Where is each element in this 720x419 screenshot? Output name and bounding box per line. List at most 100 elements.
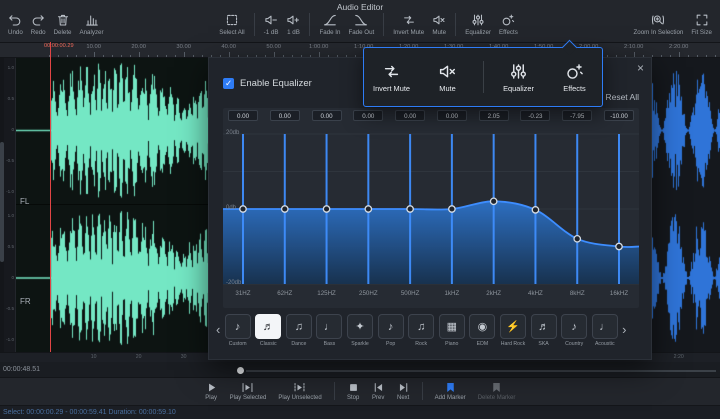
preset-edm[interactable]: ◉EDM bbox=[468, 314, 497, 347]
toolbar-item-delete[interactable]: Delete bbox=[50, 12, 76, 37]
enable-equalizer-checkbox[interactable]: ✓ Enable Equalizer bbox=[223, 78, 312, 89]
play-unselected-icon bbox=[293, 381, 306, 394]
preset-label: SKA bbox=[538, 341, 548, 347]
toolbar-item-fade-out[interactable]: Fade Out bbox=[344, 12, 378, 37]
toolbar-item-fade-in[interactable]: Fade In bbox=[315, 12, 344, 37]
preset-list: ♪Custom♬Classic♫Dance♩Bass✦Sparkle♪Pop♫R… bbox=[223, 314, 619, 347]
toolbar-item-1-db[interactable]: 1 dB bbox=[282, 12, 304, 37]
toolbar-item-analyzer[interactable]: Analyzer bbox=[75, 12, 107, 37]
preset-bass[interactable]: ♩Bass bbox=[315, 314, 344, 347]
transport-next[interactable]: Next bbox=[391, 381, 416, 401]
eq-band-freq: 2kHZ bbox=[479, 290, 509, 297]
transport-label: Play Unselected bbox=[278, 395, 321, 401]
popup-item-effects[interactable]: Effects bbox=[550, 62, 600, 93]
equalizer-curve bbox=[223, 108, 639, 308]
amplitude-scale-label: 1.0 bbox=[8, 65, 14, 70]
volume-up-icon bbox=[286, 13, 300, 27]
preset-classic[interactable]: ♬Classic bbox=[254, 314, 283, 347]
toolbar-item-redo[interactable]: Redo bbox=[27, 12, 50, 37]
eq-band-value: 0.00 bbox=[353, 110, 383, 121]
eq-band-freq: 4kHZ bbox=[520, 290, 550, 297]
ruler-minor-tick bbox=[202, 55, 203, 57]
checkbox-check-icon: ✓ bbox=[223, 78, 234, 89]
eq-band-handle[interactable] bbox=[407, 206, 413, 212]
toolbar-separator bbox=[383, 13, 384, 36]
ruler-minor-tick bbox=[112, 55, 113, 57]
transport-stop[interactable]: Stop bbox=[341, 381, 366, 401]
enable-equalizer-label: Enable Equalizer bbox=[240, 78, 312, 89]
eq-band-freq: 500HZ bbox=[395, 290, 425, 297]
toolbar-item--1-db[interactable]: -1 dB bbox=[260, 12, 283, 37]
toolbar-item-mute[interactable]: Mute bbox=[428, 12, 450, 37]
playhead-line[interactable] bbox=[50, 42, 51, 352]
eq-db-label: 0db bbox=[226, 205, 236, 211]
eq-band-handle[interactable] bbox=[574, 236, 580, 242]
trash-icon bbox=[56, 13, 70, 27]
transport-play[interactable]: Play bbox=[199, 381, 224, 401]
eq-band-value: -7.95 bbox=[562, 110, 592, 121]
eq-band-handle[interactable] bbox=[449, 206, 455, 212]
transport-play-unselected[interactable]: Play Unselected bbox=[272, 381, 327, 401]
preset-piano[interactable]: ▦Piano bbox=[438, 314, 467, 347]
popup-item-mute[interactable]: Mute bbox=[423, 62, 473, 93]
ruler-minor-tick bbox=[697, 55, 698, 57]
popup-item-equalizer[interactable]: Equalizer bbox=[494, 62, 544, 93]
toolbar-item-equalizer[interactable]: Equalizer bbox=[461, 12, 495, 37]
preset-rock[interactable]: ♫Rock bbox=[407, 314, 436, 347]
transport-prev[interactable]: Prev bbox=[366, 381, 391, 401]
toolbar-item-select-all[interactable]: Select All bbox=[215, 12, 248, 37]
toolbar-item-zoom-in-selection[interactable]: Zoom In Selection bbox=[629, 12, 687, 37]
preset-label: EDM bbox=[477, 341, 489, 347]
channel-divider bbox=[16, 204, 209, 205]
transport-label: Play Selected bbox=[230, 395, 267, 401]
status-bar: Select: 00:00:00.29 - 00:00:59.41 Durati… bbox=[0, 405, 720, 419]
seek-handle[interactable] bbox=[237, 367, 244, 374]
transport-label: Next bbox=[397, 395, 409, 401]
amplitude-scale-label: 0 bbox=[11, 275, 14, 280]
eq-band-freq: 250HZ bbox=[353, 290, 383, 297]
preset-custom[interactable]: ♪Custom bbox=[223, 314, 252, 347]
guitar-icon: ♫ bbox=[408, 314, 434, 339]
popup-item-invert-mute[interactable]: Invert Mute bbox=[367, 62, 417, 93]
preset-row: ‹ ♪Custom♬Classic♫Dance♩Bass✦Sparkle♪Pop… bbox=[215, 314, 647, 358]
chevron-right-icon[interactable]: › bbox=[621, 314, 627, 337]
eq-band-handle[interactable] bbox=[240, 206, 246, 212]
eq-band-handle[interactable] bbox=[616, 243, 622, 249]
preset-country[interactable]: ♪Country bbox=[560, 314, 589, 347]
transport-delete-marker[interactable]: Delete Marker bbox=[472, 381, 522, 401]
preset-hard-rock[interactable]: ⚡Hard Rock bbox=[499, 314, 528, 347]
toolbar-item-label: Select All bbox=[219, 29, 244, 36]
zoom-in-selection-icon bbox=[651, 13, 665, 27]
seek-track[interactable] bbox=[246, 370, 716, 372]
selection-status-text: Select: 00:00:00.29 - 00:00:59.41 Durati… bbox=[3, 409, 176, 416]
eq-band-freq: 8kHZ bbox=[562, 290, 592, 297]
close-icon[interactable]: × bbox=[637, 61, 644, 75]
eq-band-handle[interactable] bbox=[282, 206, 288, 212]
mute-icon bbox=[438, 62, 457, 81]
eq-band-handle[interactable] bbox=[365, 206, 371, 212]
toolbar-item-invert-mute[interactable]: Invert Mute bbox=[389, 12, 428, 37]
waveform-left-track[interactable]: FL FR bbox=[16, 57, 209, 352]
waveform-right-track[interactable] bbox=[652, 57, 720, 352]
equalizer-graph[interactable]: 0.0031HZ0.0062HZ0.00125HZ0.00250HZ0.0050… bbox=[223, 108, 639, 308]
waveform-right-canvas[interactable] bbox=[652, 57, 720, 352]
toolbar-item-effects[interactable]: Effects bbox=[495, 12, 522, 37]
preset-ska[interactable]: ♬SKA bbox=[529, 314, 558, 347]
transport-play-selected[interactable]: Play Selected bbox=[224, 381, 273, 401]
ruler-time-label: 20.00 bbox=[131, 44, 146, 50]
ruler-time-label: 10.00 bbox=[86, 44, 101, 50]
eq-band-handle[interactable] bbox=[490, 198, 496, 204]
toolbar-item-fit-size[interactable]: Fit Size bbox=[687, 12, 716, 37]
chevron-left-icon[interactable]: ‹ bbox=[215, 314, 221, 337]
preset-dance[interactable]: ♫Dance bbox=[285, 314, 314, 347]
eq-band-handle[interactable] bbox=[323, 206, 329, 212]
preset-acoustic[interactable]: ♩Acoustic bbox=[590, 314, 619, 347]
ruler-time-label: 1:00.00 bbox=[309, 44, 328, 50]
toolbar-item-undo[interactable]: Undo bbox=[4, 12, 27, 37]
eq-band-handle[interactable] bbox=[532, 207, 538, 213]
preset-sparkle[interactable]: ✦Sparkle bbox=[346, 314, 375, 347]
transport-add-marker[interactable]: Add Marker bbox=[429, 381, 472, 401]
preset-pop[interactable]: ♪Pop bbox=[376, 314, 405, 347]
ruler-minor-tick bbox=[85, 55, 86, 57]
timeline-ruler[interactable]: 10.0020.0030.0040.0050.001:00.001:10.001… bbox=[0, 42, 720, 58]
